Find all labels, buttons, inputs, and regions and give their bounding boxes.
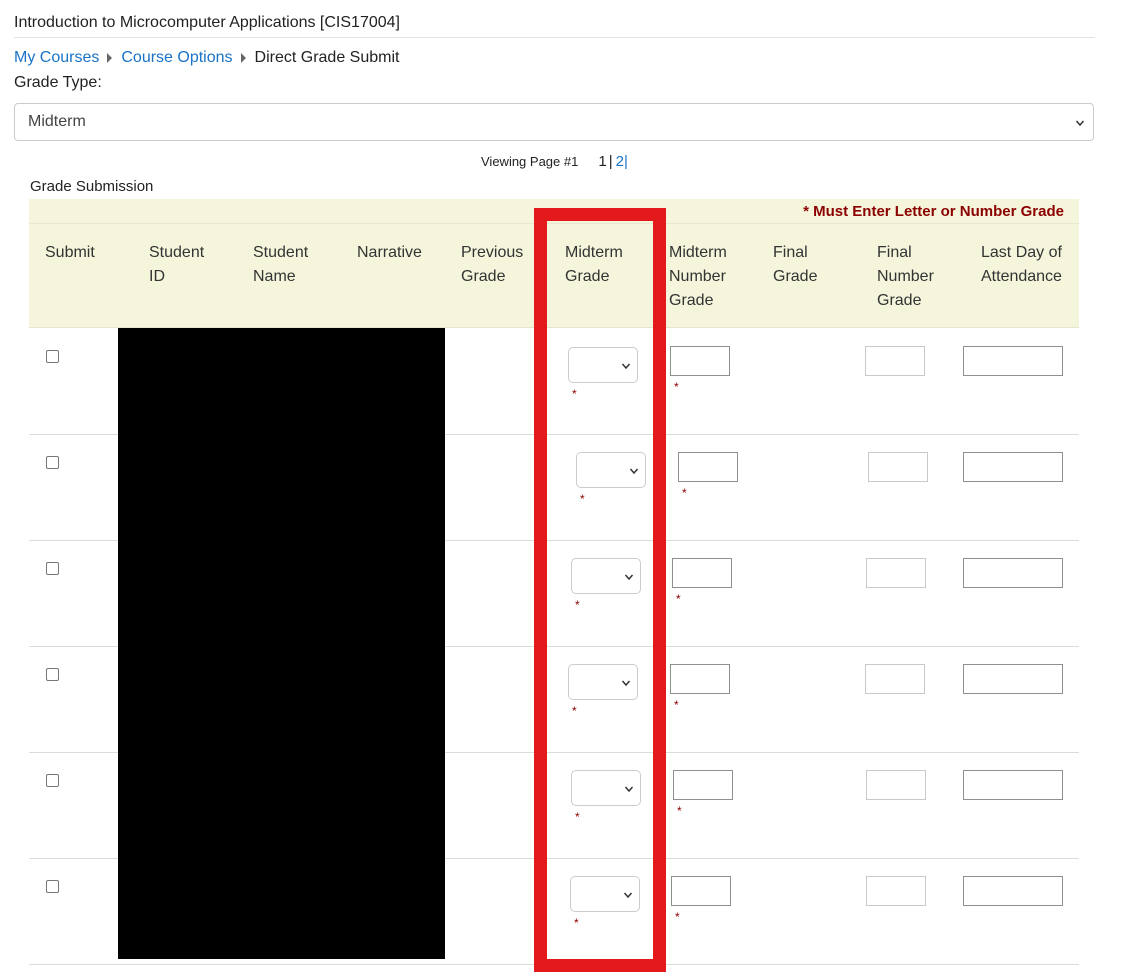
final-number-grade-input[interactable]	[865, 664, 925, 694]
midterm-number-grade-input[interactable]	[670, 664, 730, 694]
column-header-line: Narrative	[357, 244, 422, 261]
grade-submission-label: Grade Submission	[30, 178, 154, 195]
breadcrumb-separator-icon	[240, 53, 246, 63]
pager-separator: |	[623, 153, 628, 170]
column-header-narrative: Narrative	[357, 241, 422, 265]
column-header-line: Submit	[45, 244, 95, 261]
grade-type-select[interactable]: Midterm	[14, 103, 1094, 141]
midterm-number-grade-input[interactable]	[672, 558, 732, 588]
column-header-midterm-number-grade: Midterm Number Grade	[669, 241, 727, 313]
midterm-number-grade-input[interactable]	[670, 346, 730, 376]
breadcrumb-course-options-link[interactable]: Course Options	[121, 49, 232, 67]
midterm-number-grade-input[interactable]	[673, 770, 733, 800]
last-day-of-attendance-input[interactable]	[963, 346, 1063, 376]
column-header-line: Grade	[773, 268, 818, 285]
breadcrumb: My Courses Course Options Direct Grade S…	[14, 49, 399, 67]
course-title: Introduction to Microcomputer Applicatio…	[14, 14, 400, 31]
required-marker: *	[676, 592, 681, 606]
column-header-line: Student	[253, 244, 309, 261]
column-header-line: Student	[149, 244, 205, 261]
submit-checkbox[interactable]	[46, 456, 59, 469]
pager-page-2-link[interactable]: 2	[616, 153, 624, 170]
pager-current-page: 1	[598, 153, 607, 170]
column-header-line: Number	[877, 268, 934, 285]
column-header-final-number-grade: Final Number Grade	[877, 241, 934, 313]
grade-type-selected-value: Midterm	[28, 113, 86, 130]
required-grade-note: * Must Enter Letter or Number Grade	[803, 203, 1064, 220]
column-header-last-day-of-attendance: Last Day of Attendance	[981, 241, 1062, 289]
midterm-number-grade-input[interactable]	[678, 452, 738, 482]
last-day-of-attendance-input[interactable]	[963, 770, 1063, 800]
column-header-final-grade: Final Grade	[773, 241, 817, 289]
final-number-grade-input[interactable]	[865, 346, 925, 376]
pager-separator: |	[608, 153, 613, 170]
final-number-grade-input[interactable]	[866, 558, 926, 588]
column-header-line: Final	[877, 244, 912, 261]
pager: Viewing Page #1 1 | 2 |	[481, 153, 628, 170]
last-day-of-attendance-input[interactable]	[963, 558, 1063, 588]
final-number-grade-input[interactable]	[868, 452, 928, 482]
breadcrumb-current: Direct Grade Submit	[254, 49, 400, 66]
midterm-number-grade-input[interactable]	[671, 876, 731, 906]
column-header-line: Midterm	[669, 244, 727, 261]
submit-checkbox[interactable]	[46, 350, 59, 363]
column-header-student-id: Student ID	[149, 241, 204, 289]
last-day-of-attendance-input[interactable]	[963, 876, 1063, 906]
final-number-grade-input[interactable]	[866, 876, 926, 906]
required-marker: *	[675, 910, 680, 924]
midterm-grade-column-highlight	[534, 208, 666, 972]
column-header-previous-grade: Previous Grade	[461, 241, 523, 289]
required-marker: *	[677, 804, 682, 818]
column-header-line: Grade	[669, 292, 714, 309]
required-marker: *	[682, 486, 687, 500]
title-divider	[14, 37, 1095, 38]
submit-checkbox[interactable]	[46, 562, 59, 575]
column-header-line: Final	[773, 244, 808, 261]
column-header-line: Grade	[877, 292, 922, 309]
last-day-of-attendance-input[interactable]	[963, 664, 1063, 694]
breadcrumb-my-courses-link[interactable]: My Courses	[14, 49, 99, 67]
column-header-line: Last Day of	[981, 244, 1062, 261]
column-header-student-name: Student Name	[253, 241, 308, 289]
required-marker: *	[674, 380, 679, 394]
final-number-grade-input[interactable]	[866, 770, 926, 800]
pager-label: Viewing Page #1	[481, 154, 579, 169]
column-header-line: Number	[669, 268, 726, 285]
submit-checkbox[interactable]	[46, 774, 59, 787]
column-header-line: ID	[149, 268, 165, 285]
breadcrumb-separator-icon	[107, 53, 113, 63]
column-header-line: Attendance	[981, 268, 1062, 285]
column-header-line: Previous	[461, 244, 524, 261]
chevron-down-icon	[1075, 120, 1085, 127]
grade-type-label: Grade Type:	[14, 74, 102, 91]
student-info-redaction	[118, 328, 445, 959]
column-header-submit: Submit	[45, 241, 95, 265]
column-header-line: Grade	[461, 268, 506, 285]
submit-checkbox[interactable]	[46, 880, 59, 893]
submit-checkbox[interactable]	[46, 668, 59, 681]
required-marker: *	[674, 698, 679, 712]
column-header-line: Name	[253, 268, 296, 285]
last-day-of-attendance-input[interactable]	[963, 452, 1063, 482]
